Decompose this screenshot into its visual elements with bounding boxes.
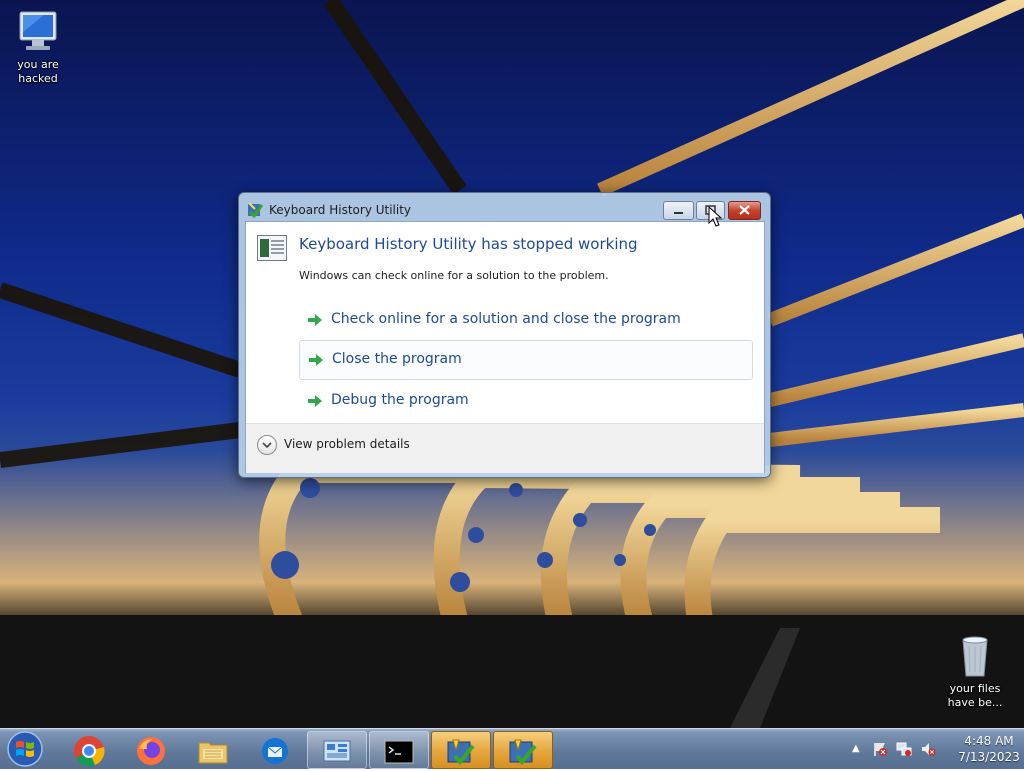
action-center-flag-icon[interactable] — [872, 741, 888, 757]
error-report-icon — [509, 739, 537, 766]
close-program-option[interactable]: Close the program — [299, 340, 753, 380]
dialog-titlebar[interactable]: Keyboard History Utility — [239, 193, 770, 223]
minimize-icon — [674, 212, 683, 214]
taskbar-firefox[interactable] — [122, 731, 180, 767]
option-label: Check online for a solution and close th… — [331, 311, 681, 327]
dialog-content: Keyboard History Utility has stopped wor… — [245, 221, 765, 473]
green-arrow-icon — [309, 354, 323, 366]
start-button[interactable] — [4, 730, 46, 768]
clock-date[interactable]: 7/13/2023 — [954, 750, 1024, 764]
thunderbird-icon — [262, 738, 288, 764]
firefox-icon — [137, 737, 165, 765]
taskbar-control-panel[interactable] — [307, 731, 367, 769]
clock-time[interactable]: 4:48 AM — [954, 734, 1024, 748]
chrome-icon — [74, 736, 105, 767]
green-arrow-icon — [308, 314, 322, 326]
view-problem-details-link[interactable]: View problem details — [284, 437, 410, 451]
computer-icon — [14, 8, 62, 56]
desktop-icon-label: your files have be... — [947, 682, 1003, 709]
minimize-button[interactable] — [663, 201, 694, 220]
check-online-option[interactable]: Check online for a solution and close th… — [299, 301, 751, 339]
mouse-cursor-icon — [708, 206, 723, 227]
file-explorer-icon — [198, 742, 228, 764]
taskbar-chrome[interactable] — [60, 731, 118, 767]
error-message: Windows can check online for a solution … — [299, 269, 609, 282]
taskbar-command-prompt[interactable] — [369, 731, 429, 769]
desktop-icon-label: you are hacked — [17, 58, 59, 85]
command-prompt-icon — [384, 740, 414, 764]
close-button[interactable] — [728, 201, 761, 220]
error-report-icon — [447, 739, 475, 766]
volume-muted-icon[interactable] — [920, 741, 936, 757]
close-icon — [739, 205, 750, 215]
details-bar: View problem details — [246, 423, 764, 473]
taskbar-file-explorer[interactable] — [184, 731, 242, 767]
debug-program-option[interactable]: Debug the program — [299, 382, 751, 420]
recycle-bin-icon — [951, 632, 999, 680]
show-hidden-icons-chevron-icon[interactable]: ▲ — [852, 743, 860, 754]
desktop-icon-recycle-bin[interactable]: your files have be... — [937, 632, 1013, 710]
error-dialog: Keyboard History Utility Keyboard Histor… — [238, 192, 771, 478]
system-tray: ▲ 4:48 AM 7/13/2023 — [844, 729, 1024, 769]
chevron-down-icon[interactable] — [257, 435, 277, 455]
option-label: Close the program — [332, 351, 462, 367]
option-label: Debug the program — [331, 392, 469, 408]
control-panel-icon — [323, 740, 351, 762]
dialog-title: Keyboard History Utility — [269, 203, 412, 217]
error-report-icon — [248, 202, 263, 218]
error-heading: Keyboard History Utility has stopped wor… — [299, 235, 638, 253]
desktop-icon-you-are-hacked[interactable]: you are hacked — [0, 8, 76, 86]
taskbar-error-report-1[interactable] — [431, 731, 491, 769]
taskbar-error-report-2[interactable] — [493, 731, 553, 769]
green-arrow-icon — [308, 395, 322, 407]
program-window-icon — [257, 235, 287, 261]
windows-start-orb — [7, 731, 43, 767]
network-icon[interactable] — [896, 741, 912, 757]
taskbar: ▲ 4:48 AM 7/13/2023 — [0, 728, 1024, 769]
taskbar-thunderbird[interactable] — [246, 731, 304, 767]
